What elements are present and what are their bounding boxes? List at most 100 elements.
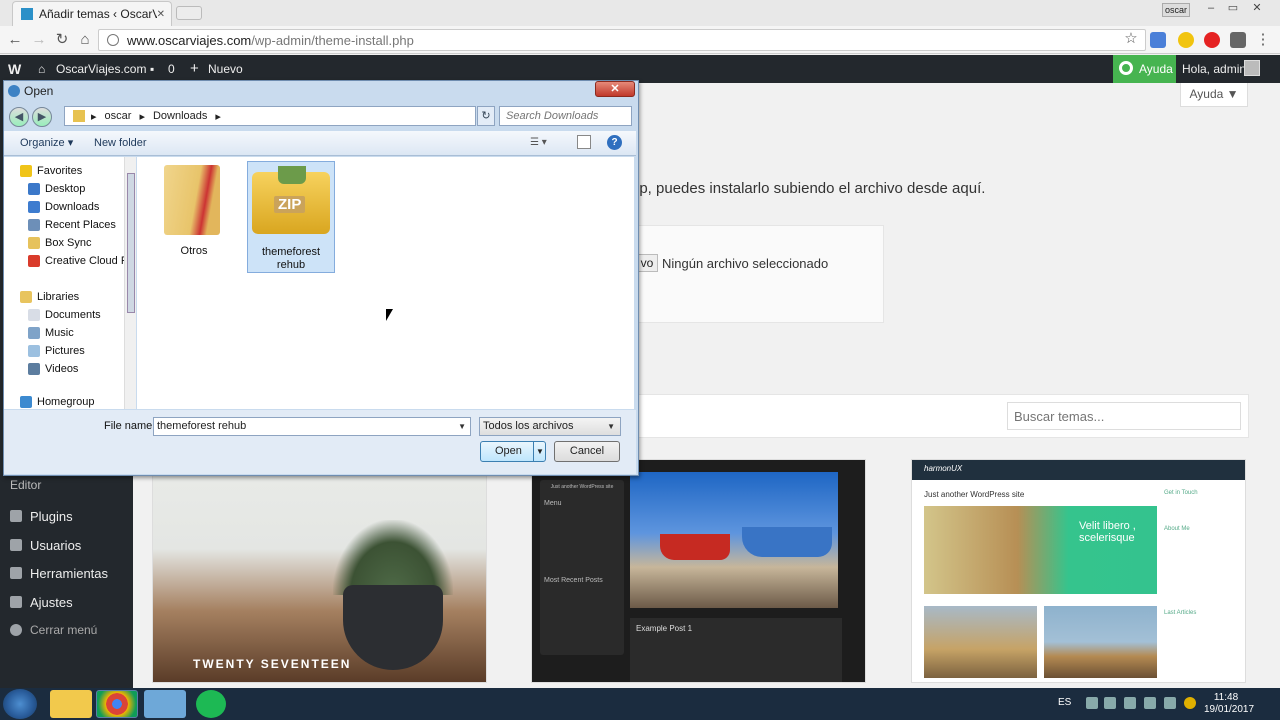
back-button[interactable]: ← [6,31,24,49]
cancel-button[interactable]: Cancel [554,441,620,462]
theme-menu-title: Menu [544,500,562,507]
file-name-input[interactable]: themeforest rehub ▼ [153,417,471,436]
help-tab[interactable]: Ayuda ▼ [1180,83,1248,107]
nav-downloads[interactable]: Downloads [28,198,124,216]
creative-cloud-icon [28,255,40,267]
site-name-link[interactable]: OscarViajes.com [56,55,146,83]
extension-icon[interactable] [1178,32,1194,48]
file-item-otros[interactable]: Otros [150,161,238,273]
theme-card-dark[interactable]: Just another WordPress site Menu Most Re… [531,459,866,683]
dialog-refresh-button[interactable]: ↻ [477,106,495,126]
spotify-taskbar-icon[interactable] [196,690,226,718]
browser-tab[interactable]: Añadir temas ‹ OscarViaj ✕ [12,1,172,26]
canal-thumbnail [924,606,1037,678]
nav-recent-places[interactable]: Recent Places [28,216,124,234]
nav-pictures[interactable]: Pictures [28,342,124,360]
greeting-link[interactable]: Hola, admin [1182,55,1246,83]
home-button[interactable]: ⌂ [76,31,94,49]
file-name-label: File name: [104,420,156,432]
url-bar[interactable]: www.oscarviajes.com /wp-admin/theme-inst… [98,29,1146,51]
nav-creative-cloud[interactable]: Creative Cloud Fil [28,252,124,270]
clock[interactable]: 11:48 19/01/2017 [1204,692,1254,716]
comments-icon[interactable]: ▪ [150,55,154,83]
chevron-down-icon[interactable]: ▼ [536,442,544,461]
tray-norton-icon[interactable] [1184,697,1196,709]
nav-music[interactable]: Music [28,324,124,342]
new-folder-button[interactable]: New folder [94,135,147,151]
info-icon[interactable] [107,34,119,46]
tray-battery-icon[interactable] [1144,697,1156,709]
dialog-back-button[interactable]: ◀ [9,107,29,127]
downloads-icon [28,201,40,213]
cast-icon[interactable] [1230,32,1246,48]
windows-start-icon[interactable] [3,689,37,719]
close-window-button[interactable]: ✕ [1248,2,1266,16]
new-tab-button[interactable] [176,6,202,20]
translate-extension-icon[interactable] [1150,32,1166,48]
help-button[interactable]: Ayuda [1113,55,1176,83]
file-type-select[interactable]: Todos los archivos ▼ [479,417,621,436]
preview-pane-button[interactable] [577,135,591,149]
chrome-menu-icon[interactable]: ⋮ [1254,31,1272,49]
nav-homegroup[interactable]: Homegroup [20,396,124,409]
change-view-button[interactable]: ☰ ▾ [530,135,560,151]
dialog-search-input[interactable] [499,106,632,126]
wordpress-logo-icon[interactable]: W [8,55,21,83]
organize-button[interactable]: Organize ▾ [20,135,73,151]
reload-button[interactable]: ↻ [53,31,71,49]
nav-favorites[interactable]: Favorites [20,162,124,180]
choose-file-button[interactable]: vo [636,254,658,272]
opera-extension-icon[interactable] [1204,32,1220,48]
dialog-forward-button[interactable]: ▶ [32,107,52,127]
search-themes-input[interactable] [1007,402,1241,430]
minimize-button[interactable]: – [1202,2,1220,16]
bookmark-star-icon[interactable]: ☆ [1122,30,1140,48]
breadcrumb[interactable]: ▸ oscar ▸ Downloads ▸ [64,106,476,126]
home-icon[interactable]: ⌂ [38,55,45,83]
nav-documents[interactable]: Documents [28,306,124,324]
file-name: themeforest rehub [261,246,321,271]
maximize-button[interactable]: ▭ [1224,2,1242,16]
explorer-taskbar-icon[interactable] [50,690,92,718]
nav-label: Desktop [45,183,86,195]
theme-card-harmonux[interactable]: harmonUX Just another WordPress site Vel… [911,459,1246,683]
collapse-menu-button[interactable]: Cerrar menú [0,616,133,644]
tab-close-icon[interactable]: ✕ [157,9,165,20]
tray-arrow-icon[interactable] [1086,697,1098,709]
chrome-taskbar-icon[interactable] [96,690,138,718]
breadcrumb-item[interactable]: Downloads [153,110,207,122]
open-button[interactable]: Open ▼ [480,441,546,462]
nav-libraries[interactable]: Libraries [20,288,124,306]
sidebar-item-settings[interactable]: Ajustes [0,588,133,616]
dialog-help-button[interactable]: ? [607,135,622,150]
nav-videos[interactable]: Videos [28,360,124,378]
nav-box-sync[interactable]: Box Sync [28,234,124,252]
dialog-close-button[interactable]: ✕ [595,81,635,97]
box-sync-icon [28,237,40,249]
sidebar-item-users[interactable]: Usuarios [0,531,133,559]
new-plus-icon[interactable]: + [190,55,199,83]
nav-scrollbar[interactable] [124,157,136,409]
open-label: Open [495,445,522,457]
file-item-themeforest-rehub[interactable]: ZIP themeforest rehub [247,161,335,273]
profile-chip[interactable]: oscar [1162,3,1190,17]
language-indicator[interactable]: ES [1058,697,1071,708]
sidebar-item-tools[interactable]: Herramientas [0,559,133,587]
scroll-thumb[interactable] [127,173,135,313]
avatar[interactable] [1244,60,1260,76]
theme-card-twenty-seventeen[interactable]: TWENTY SEVENTEEN [152,459,487,683]
settings-icon [10,596,22,608]
split-divider [533,442,534,461]
forward-button[interactable]: → [30,31,48,49]
chevron-down-icon[interactable]: ▼ [458,418,466,435]
sidebar-item-plugins[interactable]: Plugins [0,502,133,530]
comments-count[interactable]: 0 [168,55,175,83]
nav-desktop[interactable]: Desktop [28,180,124,198]
breadcrumb-item[interactable]: oscar [105,110,132,122]
tray-flag-icon[interactable] [1124,697,1136,709]
tray-network-icon[interactable] [1104,697,1116,709]
zip-leaf-icon [278,166,306,184]
app-taskbar-icon[interactable] [144,690,186,718]
new-content-link[interactable]: Nuevo [208,55,243,83]
tray-volume-icon[interactable] [1164,697,1176,709]
